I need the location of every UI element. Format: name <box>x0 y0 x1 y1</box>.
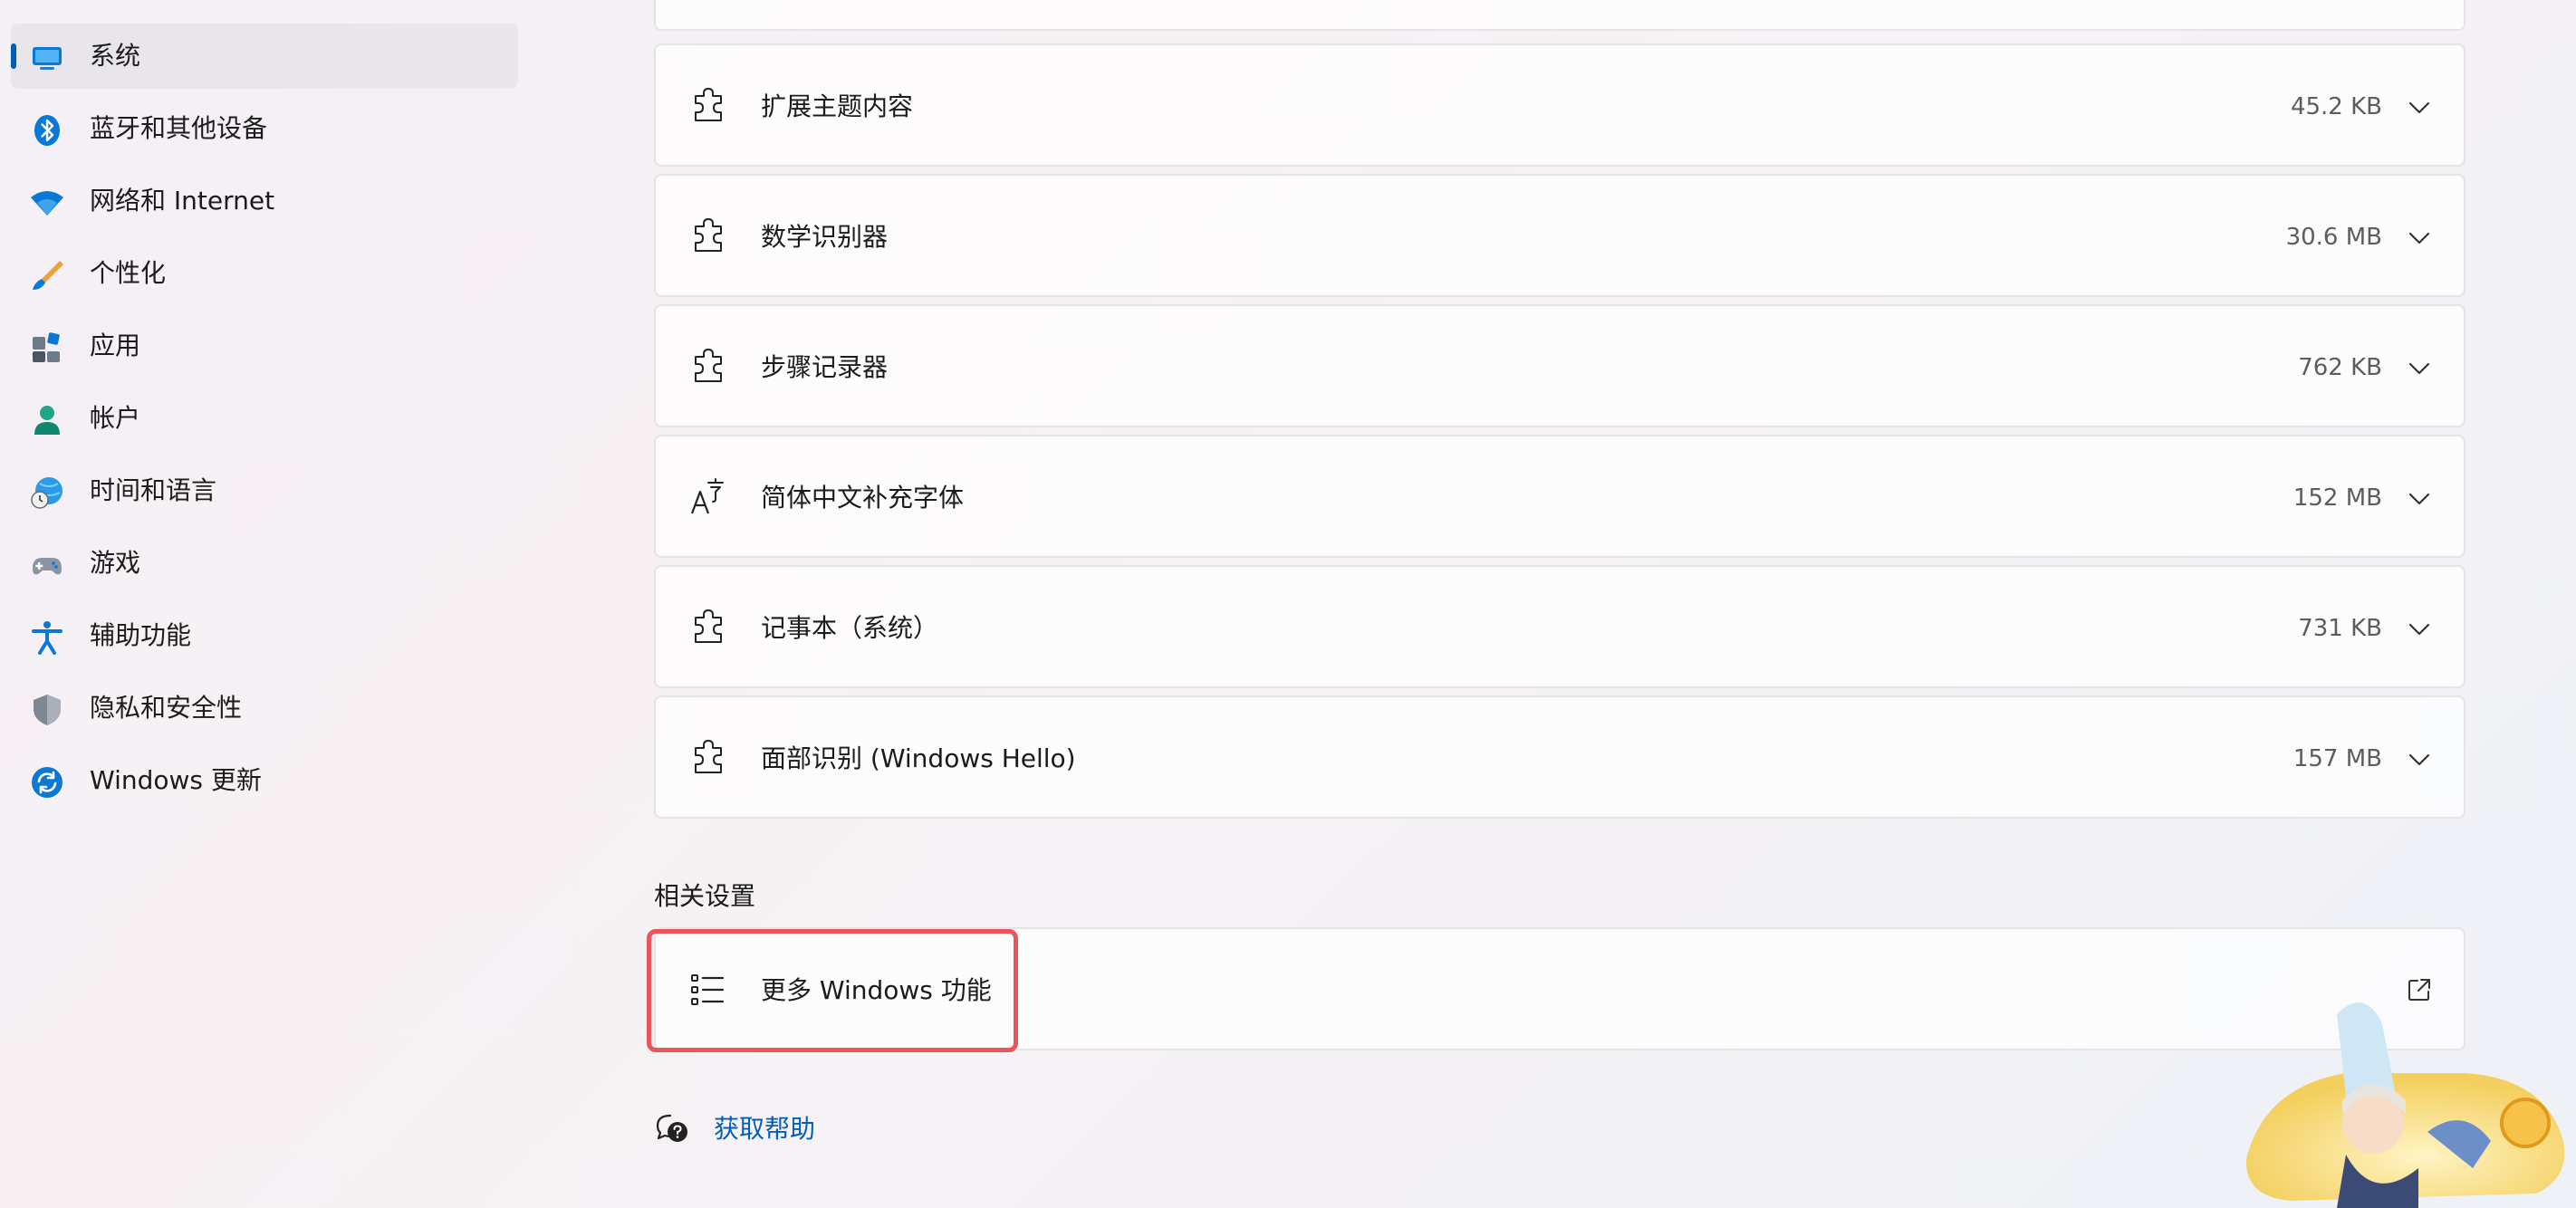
feature-item[interactable]: 面部识别 (Windows Hello) 157 MB <box>654 695 2465 819</box>
feature-size: 731 KB <box>2298 615 2382 642</box>
sidebar-item-label: 系统 <box>90 41 141 71</box>
more-windows-features-link[interactable]: 更多 Windows 功能 <box>654 927 2465 1050</box>
feature-item[interactable]: 简体中文补充字体 152 MB <box>654 435 2465 558</box>
get-help-label: 获取帮助 <box>714 1114 816 1144</box>
sidebar-item-label: 辅助功能 <box>90 620 192 650</box>
feature-name: 面部识别 (Windows Hello) <box>761 743 1076 773</box>
feature-item-partial <box>654 0 2465 31</box>
feature-size: 157 MB <box>2292 745 2382 772</box>
puzzle-icon <box>695 740 722 773</box>
puzzle-icon <box>695 218 722 252</box>
shield-icon <box>34 695 61 725</box>
chevron-down-icon[interactable] <box>2408 357 2431 380</box>
sidebar-item-apps[interactable]: 应用 <box>11 313 518 379</box>
chevron-down-icon[interactable] <box>2408 487 2431 511</box>
gamepad-icon <box>33 558 62 575</box>
sidebar-item-accounts[interactable]: 帐户 <box>11 386 518 451</box>
feature-item[interactable]: 扩展主题内容 45.2 KB <box>654 43 2465 167</box>
accessibility-icon <box>32 621 62 655</box>
monitor-icon <box>33 47 62 70</box>
wifi-icon <box>31 191 63 216</box>
feature-size: 762 KB <box>2298 354 2382 381</box>
sidebar-item-system[interactable]: 系统 <box>11 24 518 89</box>
bluetooth-icon <box>34 115 60 146</box>
chevron-down-icon[interactable] <box>2408 748 2431 772</box>
account-icon <box>34 406 60 435</box>
sidebar-item-accessibility[interactable]: 辅助功能 <box>11 603 518 668</box>
chevron-down-icon[interactable] <box>2408 618 2431 641</box>
more-windows-features-label: 更多 Windows 功能 <box>761 975 992 1005</box>
update-icon <box>32 767 62 798</box>
sidebar-item-label: 帐户 <box>90 403 141 433</box>
sidebar-item-windows-update[interactable]: Windows 更新 <box>11 748 518 813</box>
sidebar-item-label: 个性化 <box>90 258 167 288</box>
feature-name: 扩展主题内容 <box>761 91 914 121</box>
sidebar-item-bluetooth[interactable]: 蓝牙和其他设备 <box>11 96 518 161</box>
puzzle-icon <box>695 88 722 121</box>
apps-icon <box>33 332 60 362</box>
mascot-decoration <box>2245 1002 2565 1208</box>
related-settings-heading: 相关设置 <box>654 881 756 911</box>
sidebar-item-label: 游戏 <box>90 548 141 578</box>
feature-item[interactable]: 步骤记录器 762 KB <box>654 304 2465 427</box>
sidebar-item-personalization[interactable]: 个性化 <box>11 241 518 306</box>
selection-indicator <box>11 43 16 69</box>
sidebar-item-label: 蓝牙和其他设备 <box>90 113 268 143</box>
list-icon <box>691 974 725 1005</box>
feature-size: 30.6 MB <box>2285 224 2382 251</box>
sidebar-nav: 系统 蓝牙和其他设备 网络和 Internet 个性化 应用 帐户 时间和语言 … <box>0 0 543 1208</box>
feature-item[interactable]: 数学识别器 30.6 MB <box>654 174 2465 297</box>
puzzle-icon <box>695 609 722 643</box>
sidebar-item-gaming[interactable]: 游戏 <box>11 531 518 596</box>
brush-icon <box>33 261 63 290</box>
globe-clock-icon <box>31 477 62 509</box>
chevron-down-icon[interactable] <box>2408 226 2431 250</box>
feature-name: 简体中文补充字体 <box>761 483 965 513</box>
puzzle-icon <box>695 349 722 382</box>
feature-item[interactable]: 记事本（系统） 731 KB <box>654 565 2465 688</box>
sidebar-item-time-language[interactable]: 时间和语言 <box>11 458 518 523</box>
feature-name: 步骤记录器 <box>761 352 889 382</box>
feature-name: 记事本（系统） <box>761 613 939 643</box>
sidebar-item-privacy[interactable]: 隐私和安全性 <box>11 676 518 741</box>
sidebar-item-label: Windows 更新 <box>90 765 262 795</box>
chevron-down-icon[interactable] <box>2408 96 2431 120</box>
sidebar-item-network[interactable]: 网络和 Internet <box>11 168 518 234</box>
font-icon <box>690 478 724 514</box>
feature-size: 152 MB <box>2292 484 2382 512</box>
sidebar-item-label: 时间和语言 <box>90 475 217 505</box>
help-chat-icon <box>656 1114 687 1142</box>
sidebar-item-label: 应用 <box>90 331 141 360</box>
sidebar-item-label: 网络和 Internet <box>90 186 275 216</box>
feature-size: 45.2 KB <box>2290 93 2382 120</box>
sidebar-item-label: 隐私和安全性 <box>90 693 243 723</box>
feature-name: 数学识别器 <box>761 222 889 252</box>
